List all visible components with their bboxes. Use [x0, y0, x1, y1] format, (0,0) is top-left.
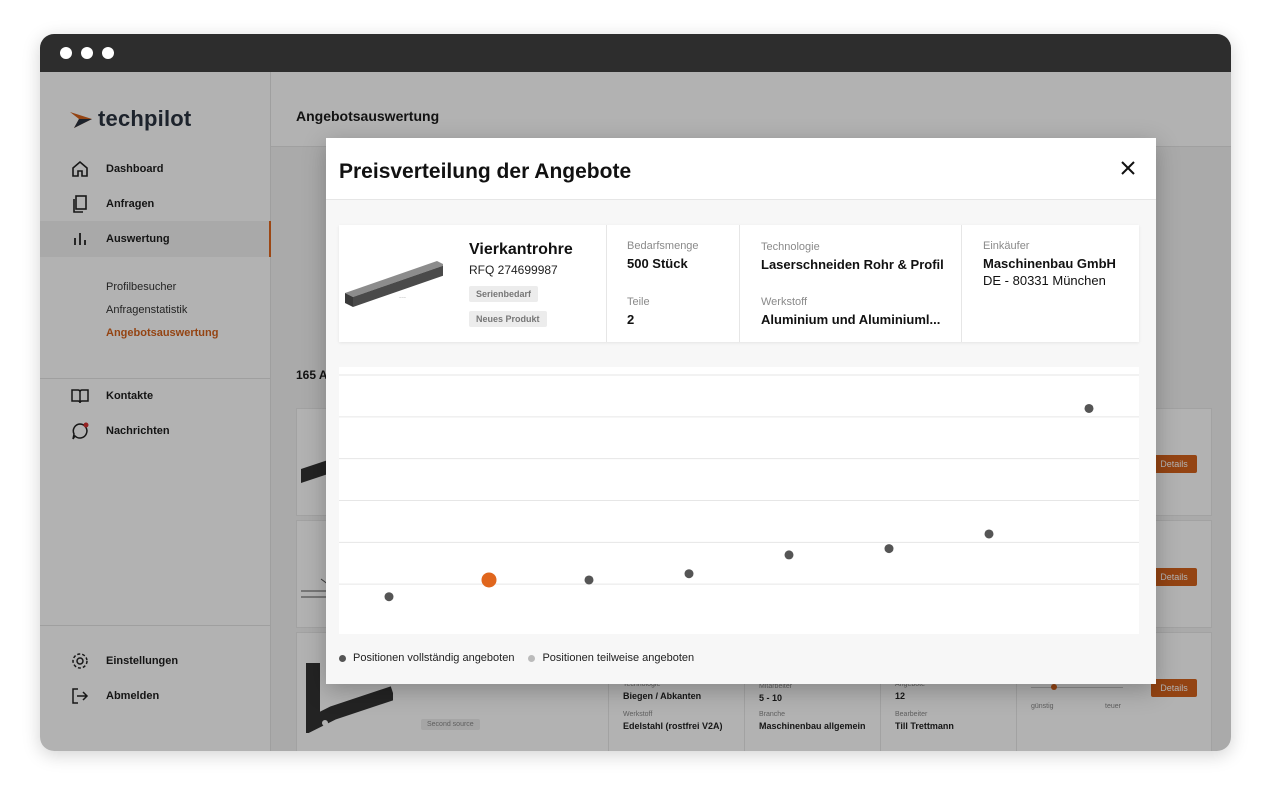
- buyer-company: Maschinenbau GmbH: [983, 256, 1116, 271]
- technology-value: Laserschneiden Rohr & Profil: [761, 257, 944, 272]
- technology-label: Technologie: [761, 241, 820, 253]
- chart-point-highlighted[interactable]: [481, 572, 497, 588]
- legend-label-full: Positionen vollständig angeboten: [353, 652, 515, 664]
- legend-label-partial: Positionen teilweise angeboten: [542, 652, 695, 664]
- price-distribution-chart: [339, 367, 1139, 634]
- chart-point[interactable]: [784, 550, 794, 560]
- rfq-number: RFQ 274699987: [469, 263, 558, 277]
- quantity-label: Bedarfsmenge: [627, 240, 699, 252]
- badge-serienbedarf: Serienbedarf: [469, 286, 539, 302]
- window-dot-icon[interactable]: [81, 47, 93, 59]
- chart-point[interactable]: [384, 592, 394, 602]
- window-dot-icon[interactable]: [102, 47, 114, 59]
- buyer-location: DE - 80331 München: [983, 273, 1106, 288]
- badge-neues-produkt: Neues Produkt: [469, 311, 547, 327]
- legend-item-full: Positionen vollständig angeboten: [339, 652, 514, 664]
- window-titlebar: [40, 34, 1231, 72]
- legend-swatch-full: [339, 654, 346, 662]
- parts-label: Teile: [627, 296, 650, 308]
- chart-point[interactable]: [884, 544, 894, 554]
- legend-swatch-partial: [528, 654, 536, 662]
- chart-point[interactable]: [984, 529, 994, 539]
- material-value: Aluminium und Aluminiuml...: [761, 312, 941, 327]
- info-divider: [606, 225, 607, 342]
- chart-point[interactable]: [684, 569, 694, 579]
- close-icon[interactable]: [1118, 158, 1138, 178]
- chart-svg: [339, 374, 1139, 602]
- price-distribution-modal: Preisverteilung der Angebote ~~~ Vierkan…: [326, 138, 1156, 684]
- info-divider: [739, 225, 740, 342]
- material-label: Werkstoff: [761, 296, 808, 308]
- request-info-panel: ~~~ Vierkantrohre RFQ 274699987 Serienbe…: [339, 225, 1139, 342]
- buyer-label: Einkäufer: [983, 240, 1030, 252]
- svg-text:~~~: ~~~: [399, 295, 407, 300]
- parts-value: 2: [627, 312, 635, 327]
- chart-point[interactable]: [1084, 403, 1094, 413]
- chart-point[interactable]: [584, 575, 594, 585]
- info-divider: [961, 225, 962, 342]
- window-dot-icon[interactable]: [60, 47, 72, 59]
- modal-title: Preisverteilung der Angebote: [339, 160, 632, 183]
- product-name: Vierkantrohre: [469, 241, 573, 258]
- product-image: ~~~: [345, 261, 443, 307]
- modal-header: Preisverteilung der Angebote: [326, 138, 1156, 200]
- chart-legend: Positionen vollständig angeboten Positio…: [339, 650, 708, 666]
- quantity-value: 500 Stück: [627, 256, 688, 271]
- legend-item-partial: Positionen teilweise angeboten: [528, 652, 694, 664]
